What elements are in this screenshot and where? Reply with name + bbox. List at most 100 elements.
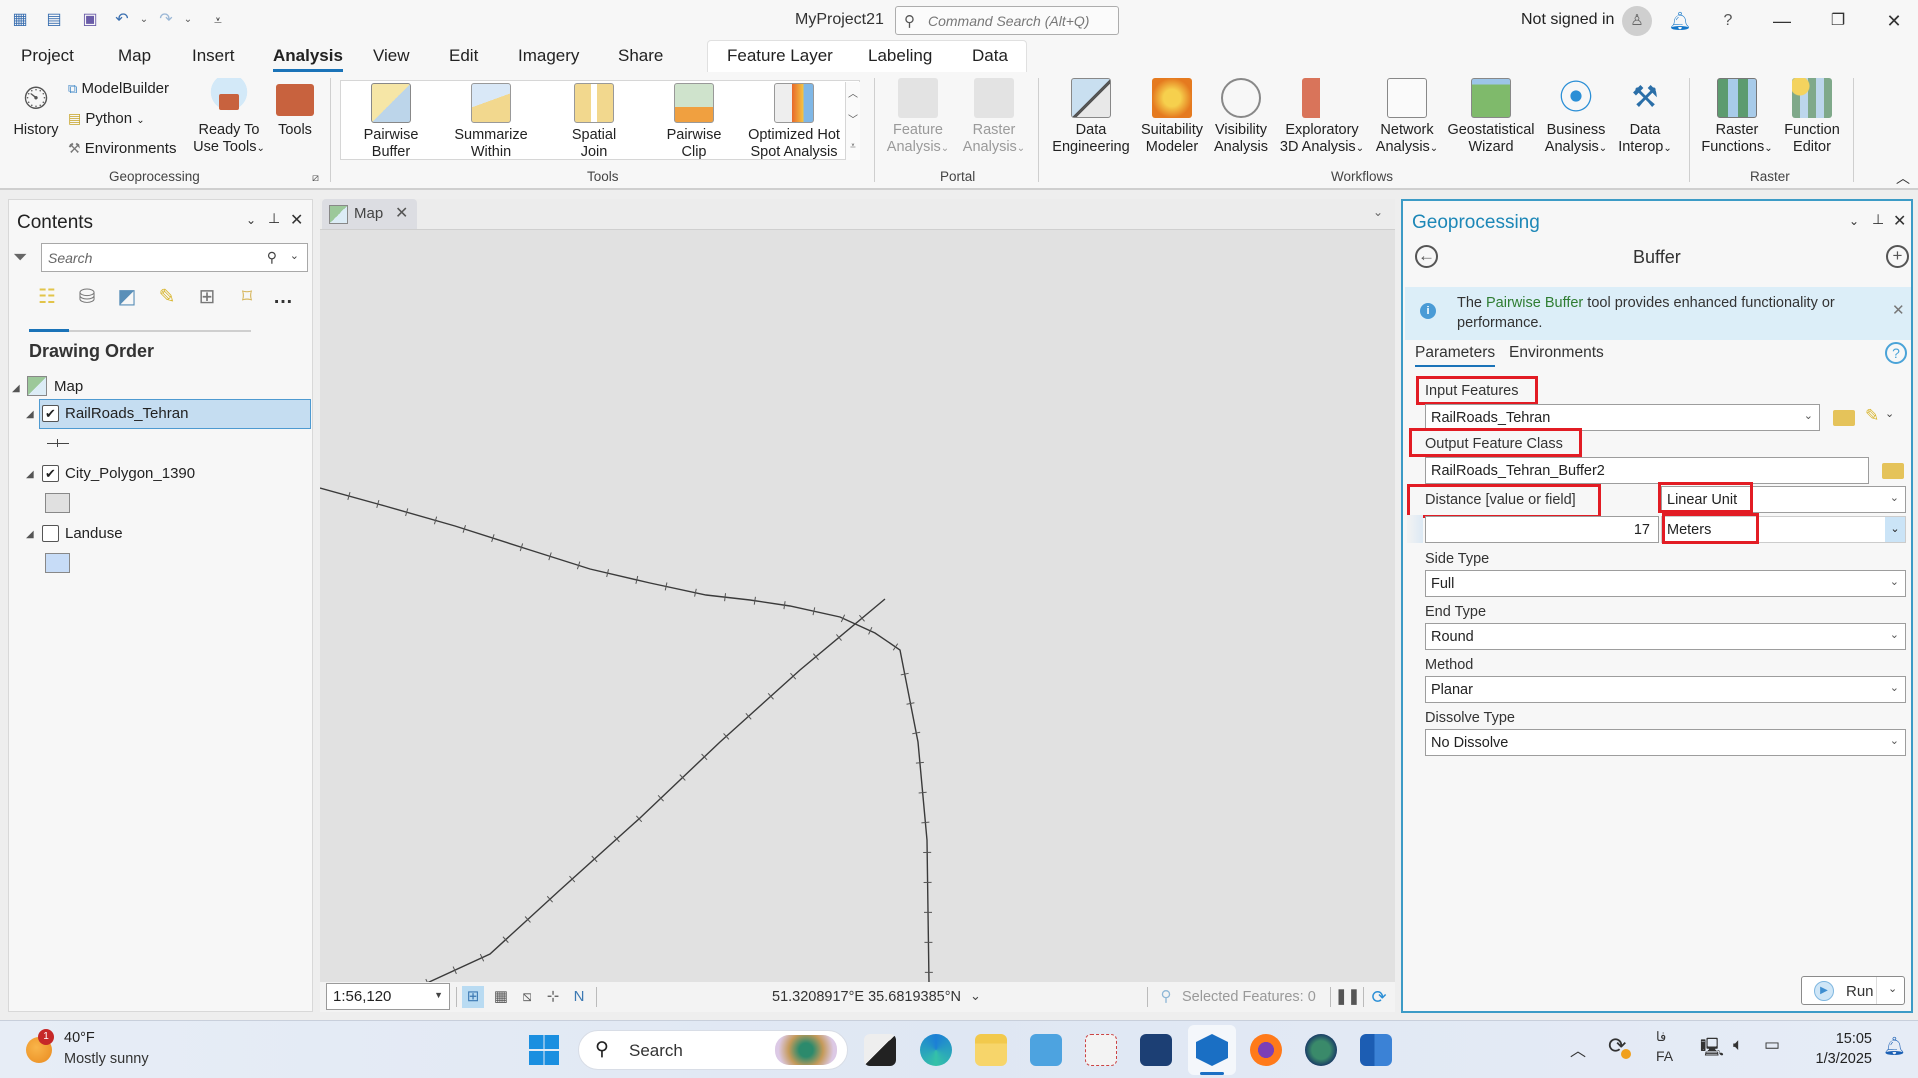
new-project-icon[interactable]: ▦ bbox=[10, 10, 30, 30]
side-type-dropdown[interactable]: Full ⌄ bbox=[1425, 570, 1906, 597]
layer-railroads-tehran[interactable]: RailRoads_Tehran bbox=[65, 405, 188, 422]
list-by-editing-icon[interactable]: ✎ bbox=[153, 283, 181, 311]
run-options-chevron-icon[interactable]: ⌄ bbox=[1888, 982, 1897, 995]
help-icon[interactable]: ? bbox=[1885, 342, 1907, 364]
layer-city-polygon-1390[interactable]: City_Polygon_1390 bbox=[65, 465, 195, 482]
pane-options-icon[interactable]: ⌄ bbox=[246, 213, 256, 227]
tab-environments[interactable]: Environments bbox=[1509, 344, 1604, 362]
tab-insert[interactable]: Insert bbox=[192, 46, 235, 66]
tab-view[interactable]: View bbox=[373, 46, 410, 66]
summarize-within-button[interactable]: Summarize Within bbox=[446, 83, 536, 161]
undo-icon[interactable]: ↶ bbox=[112, 10, 132, 30]
layer-landuse[interactable]: Landuse bbox=[65, 525, 123, 542]
battery-icon[interactable]: ▭ bbox=[1764, 1035, 1780, 1055]
open-project-icon[interactable]: ▤ bbox=[44, 10, 64, 30]
weather-description[interactable]: Mostly sunny bbox=[64, 1051, 149, 1067]
expand-triangle-icon[interactable]: ◢ bbox=[26, 409, 34, 420]
python-button[interactable]: ▤ Python ⌄ bbox=[68, 110, 145, 127]
pin-icon[interactable]: ⊥ bbox=[1872, 211, 1884, 228]
grid-toggle-icon[interactable]: ▦ bbox=[490, 986, 512, 1008]
distance-value-input[interactable]: 17 bbox=[1425, 516, 1659, 543]
microsoft-word-icon[interactable] bbox=[1360, 1034, 1392, 1066]
visibility-analysis-button[interactable]: Visibility Analysis bbox=[1208, 78, 1274, 156]
dismiss-info-icon[interactable]: ✕ bbox=[1892, 301, 1905, 319]
network-analysis-button[interactable]: Network Analysis⌄ bbox=[1370, 78, 1444, 157]
notification-center-bell-icon[interactable]: 🔔︎ bbox=[1883, 1036, 1906, 1057]
more-options-icon[interactable]: … bbox=[269, 283, 297, 311]
minimize-button[interactable]: — bbox=[1762, 6, 1802, 36]
coordinate-format-chevron-icon[interactable]: ⌄ bbox=[970, 988, 981, 1004]
add-tool-icon[interactable]: + bbox=[1886, 245, 1909, 268]
tab-labeling[interactable]: Labeling bbox=[868, 46, 932, 66]
pairwise-buffer-link[interactable]: Pairwise Buffer bbox=[1486, 295, 1583, 311]
function-editor-button[interactable]: Function Editor bbox=[1778, 78, 1846, 156]
map-canvas[interactable] bbox=[320, 229, 1395, 983]
list-by-drawing-order-icon[interactable]: ☷ bbox=[33, 283, 61, 311]
weather-temperature[interactable]: 40°F bbox=[64, 1030, 95, 1046]
tab-share[interactable]: Share bbox=[618, 46, 663, 66]
language-indicator-top[interactable]: فا bbox=[1656, 1029, 1666, 1045]
feature-analysis-button[interactable]: Feature Analysis⌄ bbox=[880, 78, 956, 157]
tab-map[interactable]: Map bbox=[118, 46, 151, 66]
pause-drawing-icon[interactable]: ❚❚ bbox=[1335, 986, 1360, 1008]
windows-start-icon[interactable] bbox=[529, 1035, 559, 1065]
snapping-toggle-icon[interactable]: ⊞ bbox=[462, 986, 484, 1008]
tab-data[interactable]: Data bbox=[972, 46, 1008, 66]
undo-dropdown-icon[interactable]: ⌄ bbox=[134, 10, 154, 30]
firefox-icon[interactable] bbox=[1250, 1034, 1282, 1066]
data-interop-button[interactable]: ⚒ Data Interop⌄ bbox=[1614, 78, 1676, 157]
suitability-modeler-button[interactable]: Suitability Modeler bbox=[1136, 78, 1208, 156]
tab-edit[interactable]: Edit bbox=[449, 46, 478, 66]
clock-date[interactable]: 1/3/2025 bbox=[1798, 1051, 1872, 1067]
end-type-dropdown[interactable]: Round ⌄ bbox=[1425, 623, 1906, 650]
restore-button[interactable]: ❐ bbox=[1818, 6, 1858, 36]
list-by-labeling-icon[interactable]: ⌑ bbox=[233, 283, 261, 311]
output-feature-class-input[interactable]: RailRoads_Tehran_Buffer2 bbox=[1425, 457, 1869, 484]
remote-desktop-icon[interactable] bbox=[1030, 1034, 1062, 1066]
rotation-icon[interactable]: N bbox=[568, 986, 590, 1008]
layer-visibility-checkbox[interactable] bbox=[42, 525, 59, 542]
pin-icon[interactable]: ⊥ bbox=[268, 210, 280, 227]
collapse-ribbon-icon[interactable]: ︿ bbox=[1896, 168, 1910, 188]
back-button-icon[interactable]: ← bbox=[1415, 245, 1438, 268]
run-button[interactable]: ▶ Run ⌄ bbox=[1801, 976, 1905, 1005]
list-by-snapping-icon[interactable]: ⊞ bbox=[193, 283, 221, 311]
exploratory-3d-analysis-button[interactable]: Exploratory 3D Analysis⌄ bbox=[1276, 78, 1368, 157]
spatial-join-button[interactable]: Spatial Join bbox=[554, 83, 634, 161]
distance-type-dropdown[interactable]: Linear Unit ⌄ bbox=[1661, 486, 1906, 513]
map-scale-dropdown[interactable]: 1:56,120 ▼ bbox=[326, 983, 450, 1010]
edge-browser-icon[interactable] bbox=[920, 1034, 952, 1066]
microsoft-store-icon[interactable] bbox=[1140, 1034, 1172, 1066]
volume-icon[interactable]: 🔈︎ bbox=[1733, 1035, 1743, 1055]
geostatistical-wizard-button[interactable]: Geostatistical Wizard bbox=[1444, 78, 1538, 156]
close-pane-icon[interactable]: ✕ bbox=[290, 210, 303, 230]
contents-search-input[interactable]: Search ⚲ ⌄ bbox=[41, 243, 308, 272]
tab-parameters[interactable]: Parameters bbox=[1415, 344, 1496, 367]
polygon-symbol-swatch[interactable] bbox=[45, 553, 70, 573]
tab-imagery[interactable]: Imagery bbox=[518, 46, 579, 66]
browse-folder-icon[interactable] bbox=[1833, 410, 1855, 426]
list-by-selection-icon[interactable]: ◩ bbox=[113, 283, 141, 311]
edit-pencil-icon[interactable]: ✎ bbox=[1865, 406, 1879, 426]
expand-triangle-icon[interactable]: ◢ bbox=[12, 383, 20, 394]
show-hidden-icons-chevron[interactable]: ︿ bbox=[1570, 1037, 1586, 1061]
network-icon[interactable]: 🖳︎ bbox=[1700, 1035, 1724, 1065]
polygon-symbol-swatch[interactable] bbox=[45, 493, 70, 513]
expand-triangle-icon[interactable]: ◢ bbox=[26, 529, 34, 540]
toc-map-node[interactable]: Map bbox=[54, 378, 83, 395]
tab-project[interactable]: Project bbox=[21, 46, 74, 66]
help-icon[interactable]: ? bbox=[1708, 6, 1748, 36]
constraints-icon[interactable]: ⧅ bbox=[516, 986, 538, 1008]
business-analysis-button[interactable]: ⦿ Business Analysis⌄ bbox=[1540, 78, 1612, 157]
history-button[interactable]: ⏲ History bbox=[8, 78, 64, 139]
map-view-tab[interactable]: Map ✕ bbox=[322, 199, 417, 229]
notification-bell-icon[interactable]: 🔔︎ bbox=[1660, 6, 1700, 36]
browse-folder-icon[interactable] bbox=[1882, 463, 1904, 479]
signin-status[interactable]: Not signed in bbox=[1521, 11, 1614, 29]
pairwise-clip-button[interactable]: Pairwise Clip bbox=[654, 83, 734, 161]
close-pane-icon[interactable]: ✕ bbox=[1893, 211, 1906, 231]
expand-triangle-icon[interactable]: ◢ bbox=[26, 469, 34, 480]
dialog-launcher-icon[interactable]: ⧄ bbox=[312, 172, 319, 185]
language-indicator[interactable]: FA bbox=[1656, 1048, 1673, 1064]
redo-icon[interactable]: ↷ bbox=[156, 10, 176, 30]
